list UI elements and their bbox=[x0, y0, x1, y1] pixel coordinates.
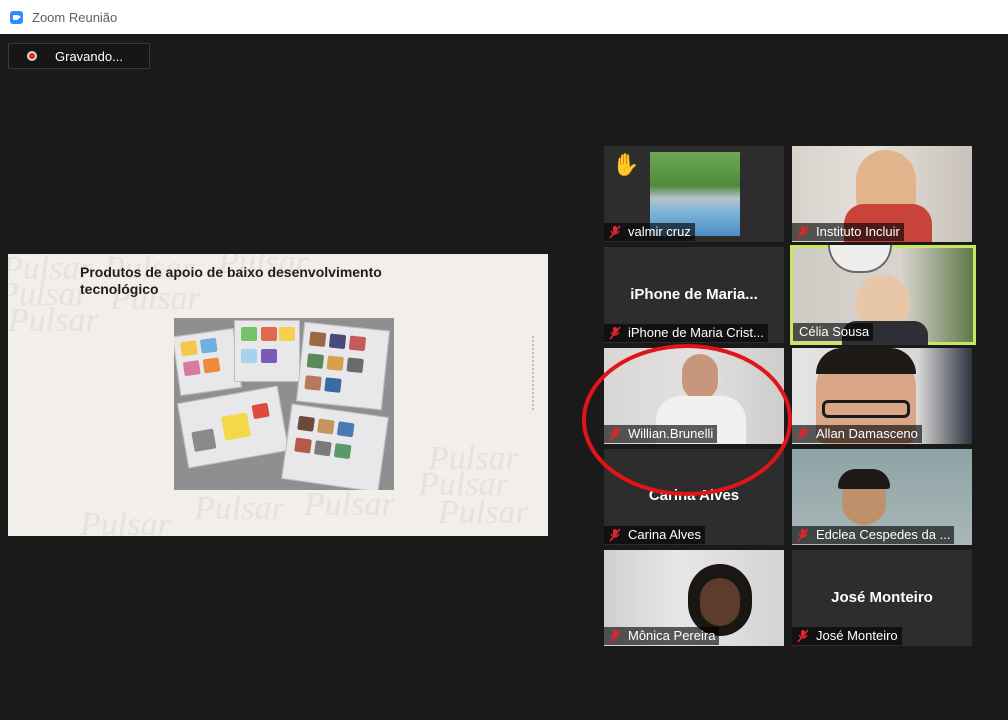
participant-name: iPhone de Maria Crist... bbox=[628, 325, 764, 340]
participant-name-label: Célia Sousa bbox=[793, 323, 874, 341]
communication-board bbox=[281, 403, 389, 490]
participant-tile[interactable]: Allan Damasceno bbox=[792, 348, 972, 444]
recording-label: Gravando... bbox=[55, 49, 123, 64]
participant-tile[interactable]: José Monteiro José Monteiro bbox=[792, 550, 972, 646]
muted-mic-icon bbox=[606, 224, 626, 240]
participant-display-name: José Monteiro bbox=[831, 589, 933, 606]
participant-name: Allan Damasceno bbox=[816, 426, 918, 441]
participant-name-label: Allan Damasceno bbox=[792, 425, 922, 443]
communication-board bbox=[177, 385, 289, 469]
participant-name-label: Instituto Incluir bbox=[792, 223, 904, 241]
slide-side-text bbox=[532, 336, 542, 410]
window-title: Zoom Reunião bbox=[32, 10, 118, 25]
participant-tile-active-speaker[interactable]: Célia Sousa bbox=[790, 245, 976, 345]
slide-watermark: Pulsar bbox=[194, 490, 285, 527]
participant-name: valmir cruz bbox=[628, 224, 691, 239]
participant-name: Mônica Pereira bbox=[628, 628, 716, 643]
participant-person bbox=[816, 348, 916, 374]
muted-mic-icon bbox=[606, 628, 626, 644]
participant-name-label: Mônica Pereira bbox=[604, 627, 720, 645]
participant-name: José Monteiro bbox=[816, 628, 898, 643]
participant-name-label: Willian.Brunelli bbox=[604, 425, 718, 443]
raised-hand-icon: ✋ bbox=[612, 152, 640, 177]
participant-tile[interactable]: iPhone de Maria... iPhone de Maria Crist… bbox=[604, 247, 784, 343]
participant-person bbox=[682, 354, 718, 400]
muted-mic-icon bbox=[794, 628, 814, 644]
slide-title: Produtos de apoio de baixo desenvolvimen… bbox=[80, 264, 382, 297]
participant-tile[interactable]: Instituto Incluir bbox=[792, 146, 972, 242]
recording-icon bbox=[27, 51, 37, 61]
participant-display-name: iPhone de Maria... bbox=[630, 286, 758, 303]
participant-tile[interactable]: Willian.Brunelli bbox=[604, 348, 784, 444]
participant-name: Célia Sousa bbox=[799, 324, 870, 339]
participant-person bbox=[838, 469, 890, 489]
slide-watermark: Pulsar bbox=[80, 506, 171, 536]
shared-slide: Pulsar Pulsar Pulsar Pulsar Pulsar Pulsa… bbox=[8, 254, 548, 536]
muted-mic-icon bbox=[794, 426, 814, 442]
participant-tile[interactable]: Edclea Cespedes da ... bbox=[792, 449, 972, 545]
participant-name-label: Carina Alves bbox=[604, 526, 705, 544]
participant-name-label: José Monteiro bbox=[792, 627, 902, 645]
participant-tile[interactable]: Mônica Pereira bbox=[604, 550, 784, 646]
muted-mic-icon bbox=[794, 224, 814, 240]
slide-watermark: Pulsar bbox=[304, 486, 395, 523]
participant-name-label: iPhone de Maria Crist... bbox=[604, 324, 768, 342]
muted-mic-icon bbox=[606, 325, 626, 341]
zoom-logo-icon bbox=[10, 11, 23, 24]
participant-name-label: valmir cruz bbox=[604, 223, 695, 241]
participant-display-name: Carina Alves bbox=[648, 487, 740, 504]
participant-tile[interactable]: ✋ valmir cruz bbox=[604, 146, 784, 242]
muted-mic-icon bbox=[606, 527, 626, 543]
communication-board bbox=[234, 320, 300, 382]
slide-photo bbox=[174, 318, 394, 490]
participant-name: Willian.Brunelli bbox=[628, 426, 714, 441]
slide-watermark: Pulsar bbox=[8, 302, 99, 339]
participant-name-label: Edclea Cespedes da ... bbox=[792, 526, 955, 544]
participant-name: Carina Alves bbox=[628, 527, 701, 542]
recording-indicator[interactable]: Gravando... bbox=[8, 43, 150, 69]
title-bar: Zoom Reunião bbox=[0, 0, 1008, 34]
participant-name: Instituto Incluir bbox=[816, 224, 900, 239]
communication-board bbox=[174, 327, 242, 397]
participant-tile[interactable]: Carina Alves Carina Alves bbox=[604, 449, 784, 545]
muted-mic-icon bbox=[794, 527, 814, 543]
participant-name: Edclea Cespedes da ... bbox=[816, 527, 951, 542]
glasses bbox=[822, 400, 910, 418]
muted-mic-icon bbox=[606, 426, 626, 442]
participant-person bbox=[700, 578, 740, 626]
slide-watermark: Pulsar bbox=[438, 494, 529, 531]
communication-board bbox=[296, 321, 390, 411]
